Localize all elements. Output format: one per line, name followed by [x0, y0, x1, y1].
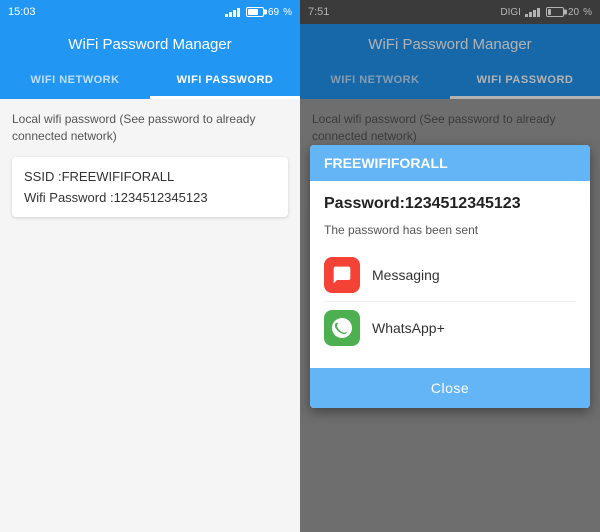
- dialog-close-button[interactable]: Close: [310, 368, 590, 408]
- left-tabs: WIFI NETWORK WIFI PASSWORD: [0, 64, 300, 99]
- left-phone: 15:03 69% WiFi Password Manager WIFI NET…: [0, 0, 300, 532]
- left-password: Wifi Password :1234512345123: [24, 190, 276, 205]
- left-status-icons: 69%: [225, 7, 292, 18]
- dialog-title: FREEWIFIFORALL: [310, 145, 590, 181]
- battery-icon: [246, 7, 264, 17]
- left-tab-wifi-network[interactable]: WIFI NETWORK: [0, 64, 150, 99]
- left-wifi-card: SSID :FREEWIFIFORALL Wifi Password :1234…: [12, 157, 288, 217]
- left-hint-text: Local wifi password (See password to alr…: [12, 111, 288, 145]
- messaging-label: Messaging: [372, 267, 440, 283]
- left-status-bar: 15:03 69%: [0, 0, 300, 24]
- signal-icon: [225, 7, 240, 17]
- left-ssid: SSID :FREEWIFIFORALL: [24, 169, 276, 184]
- dialog-status: The password has been sent: [324, 223, 576, 237]
- dialog-password: Password:1234512345123: [324, 195, 576, 213]
- left-app-bar: WiFi Password Manager: [0, 24, 300, 64]
- left-app-title: WiFi Password Manager: [68, 36, 231, 53]
- left-battery-percent: 69: [268, 7, 279, 18]
- share-option-messaging[interactable]: Messaging: [324, 249, 576, 302]
- share-dialog: FREEWIFIFORALL Password:1234512345123 Th…: [310, 145, 590, 408]
- right-phone: 7:51 DIGI 20% WiFi Password Manager WIFI…: [300, 0, 600, 532]
- share-option-whatsapp[interactable]: WhatsApp+: [324, 302, 576, 354]
- whatsapp-label: WhatsApp+: [372, 320, 445, 336]
- whatsapp-icon: [324, 310, 360, 346]
- left-tab-wifi-password[interactable]: WIFI PASSWORD: [150, 64, 300, 99]
- messaging-icon: [324, 257, 360, 293]
- left-content: Local wifi password (See password to alr…: [0, 99, 300, 532]
- dialog-body: Password:1234512345123 The password has …: [310, 181, 590, 368]
- left-time: 15:03: [8, 6, 36, 18]
